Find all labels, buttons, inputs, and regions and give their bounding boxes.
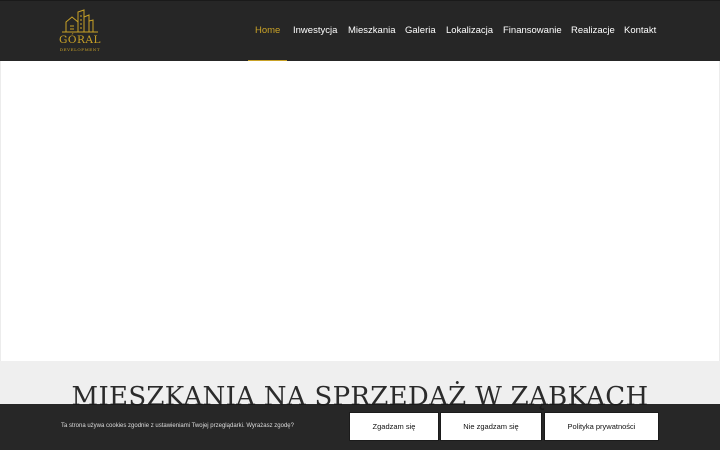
nav-realizacje[interactable]: Realizacje xyxy=(571,25,615,36)
nav-home[interactable]: Home xyxy=(255,25,280,36)
nav-inwestycja[interactable]: Inwestycja xyxy=(293,25,337,36)
brand-logo[interactable]: GÓRAL DEVELOPMENT xyxy=(56,8,104,56)
privacy-policy-button[interactable]: Polityka prywatności xyxy=(544,412,659,441)
nav-galeria[interactable]: Galeria xyxy=(405,25,436,36)
brand-name: GÓRAL xyxy=(59,34,101,46)
cookie-message: Ta strona używa cookies zgodnie z ustawi… xyxy=(61,423,294,429)
nav-lokalizacja[interactable]: Lokalizacja xyxy=(446,25,493,36)
nav-mieszkania[interactable]: Mieszkania xyxy=(348,25,396,36)
nav-kontakt[interactable]: Kontakt xyxy=(624,25,656,36)
hero-area xyxy=(0,61,720,361)
cookie-disagree-button[interactable]: Nie zgadzam się xyxy=(440,412,542,441)
site-header: GÓRAL DEVELOPMENT Home Inwestycja Mieszk… xyxy=(0,0,720,62)
cookie-agree-button[interactable]: Zgadzam się xyxy=(349,412,439,441)
brand-tagline: DEVELOPMENT xyxy=(59,47,101,52)
nav-finansowanie[interactable]: Finansowanie xyxy=(503,25,562,36)
